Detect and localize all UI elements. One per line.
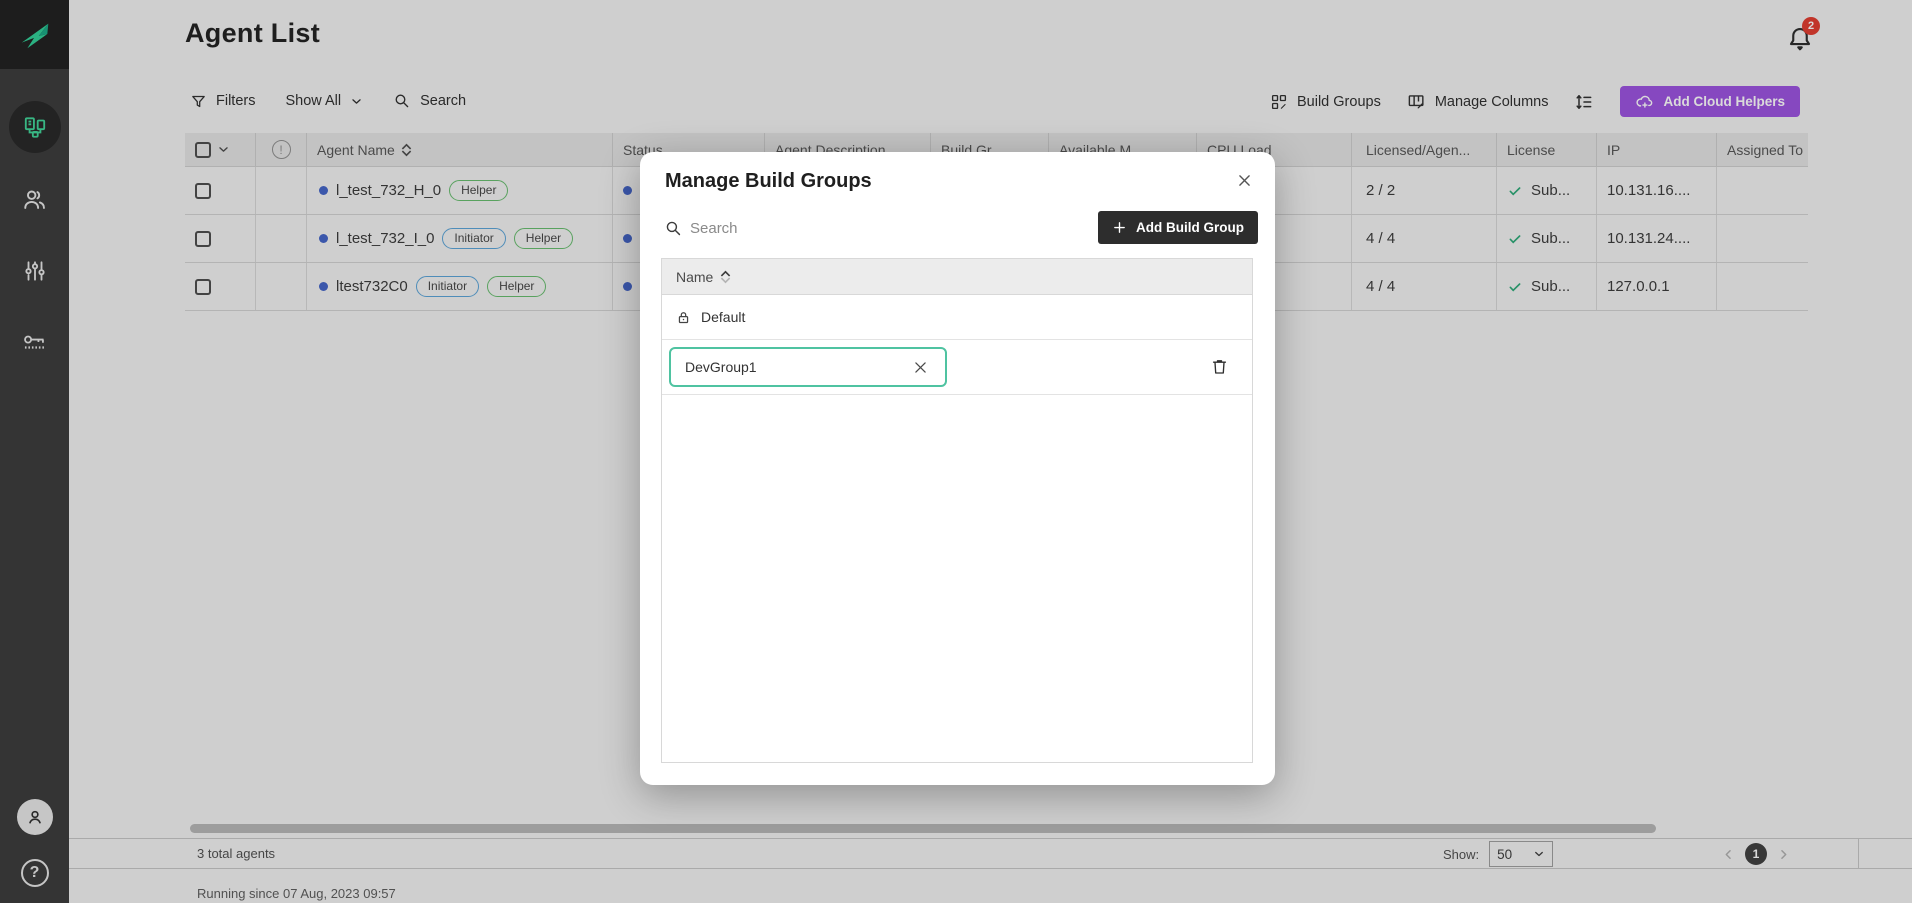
modal-search-input[interactable]: [690, 214, 940, 242]
clear-icon[interactable]: [912, 359, 929, 376]
build-group-name-input[interactable]: [669, 347, 947, 387]
add-build-group-label: Add Build Group: [1136, 220, 1244, 235]
close-icon: [1236, 172, 1253, 189]
search-icon: [664, 219, 683, 238]
lock-icon: [676, 310, 691, 325]
app-root: ? Agent List 2 Filters Show All Search: [0, 0, 1912, 903]
add-build-group-button[interactable]: Add Build Group: [1098, 211, 1258, 244]
trash-icon[interactable]: [1210, 357, 1229, 376]
plus-icon: [1112, 220, 1127, 235]
manage-build-groups-modal: Manage Build Groups Add Build Group Name: [640, 152, 1275, 785]
modal-close-button[interactable]: [1236, 172, 1253, 189]
build-group-list: Name Default: [661, 258, 1253, 763]
name-header-label: Name: [676, 269, 713, 285]
group-list-header[interactable]: Name: [662, 259, 1252, 295]
sort-icon[interactable]: [720, 270, 731, 284]
modal-title: Manage Build Groups: [665, 170, 872, 193]
build-group-row-editing[interactable]: [662, 340, 1252, 395]
build-group-row-default[interactable]: Default: [662, 295, 1252, 340]
build-group-name: Default: [701, 309, 745, 325]
